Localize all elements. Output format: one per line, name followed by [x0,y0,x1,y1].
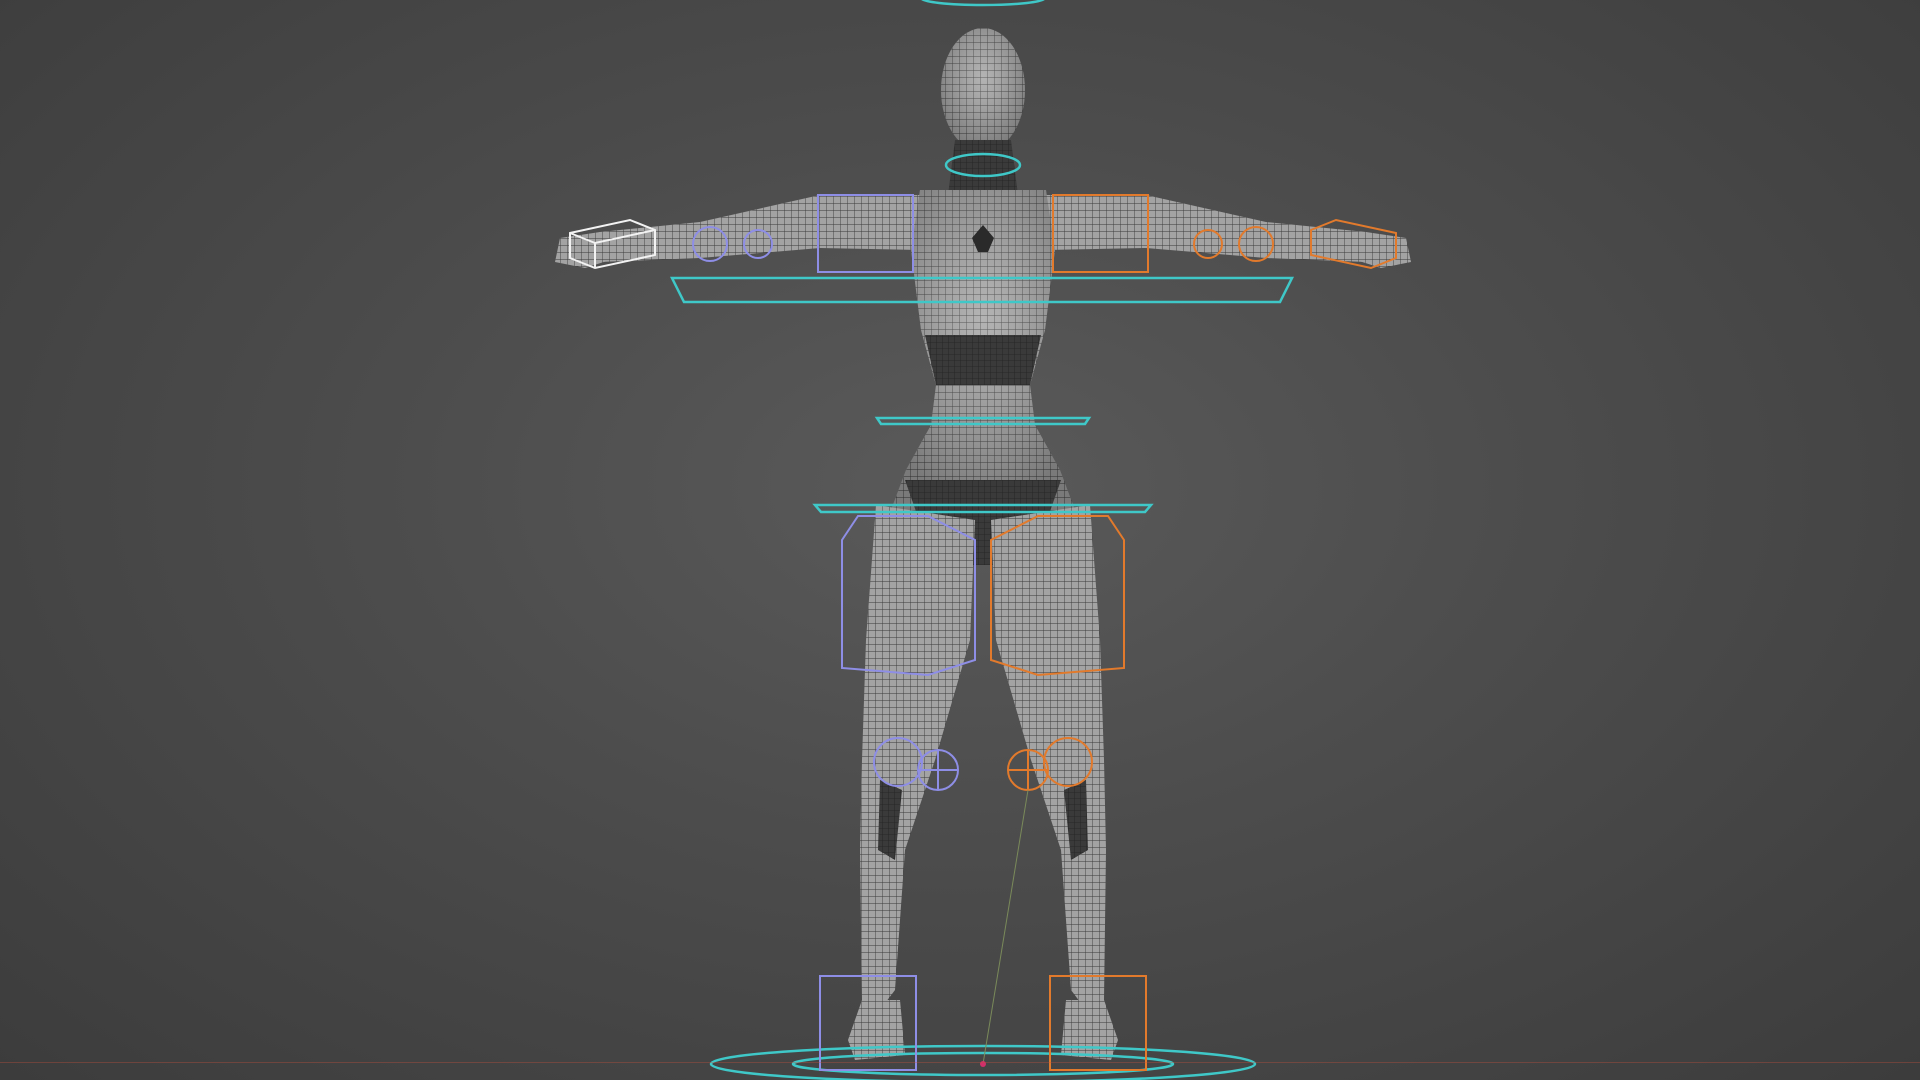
character-mesh[interactable] [555,28,1411,1060]
knee-left-pole[interactable] [917,749,959,791]
pole-target-line [982,789,1029,1065]
neck-mesh [948,140,1018,195]
arm-right-mesh [1046,195,1406,262]
foot-left-mesh [848,1000,905,1060]
scene-canvas[interactable] [0,0,1920,1080]
head-control[interactable] [920,0,1046,7]
foot-right-mesh [1061,1000,1118,1060]
head-shade [941,28,1025,152]
3d-viewport[interactable] [0,0,1920,1080]
knee-right-pole[interactable] [1007,749,1049,791]
abdomen-mesh [925,335,1041,385]
leg-right-mesh [991,505,1106,1010]
floor-x-axis [0,1062,1920,1063]
leg-left-mesh [860,505,975,1010]
arm-left-mesh [560,195,920,262]
